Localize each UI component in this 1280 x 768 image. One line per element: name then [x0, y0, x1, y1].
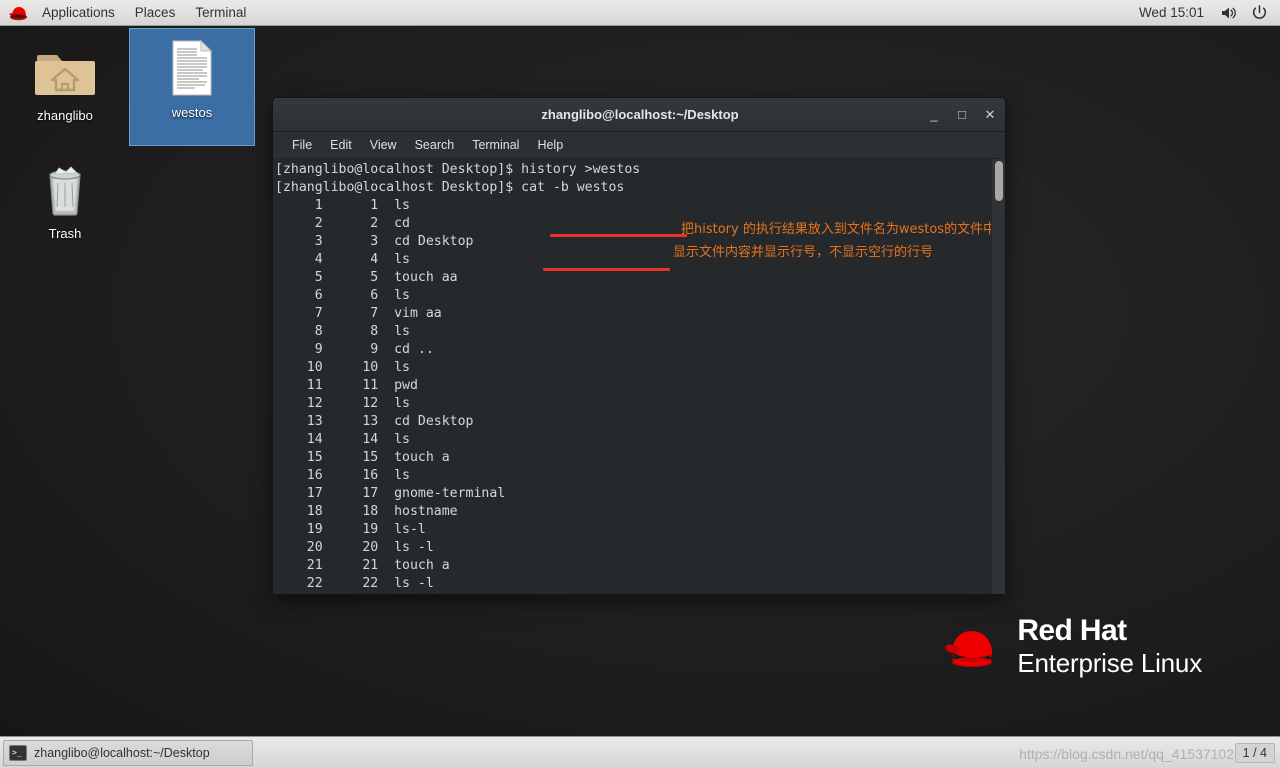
menu-file[interactable]: File [283, 135, 321, 155]
desktop-icon-zhanglibo[interactable]: zhanglibo [2, 32, 128, 130]
close-button[interactable]: ✕ [977, 102, 1003, 128]
terminal-scrollbar-thumb[interactable] [995, 161, 1003, 201]
terminal-output-line: 10 10 ls [275, 360, 410, 375]
terminal-output-line: 22 22 ls -l [275, 576, 434, 591]
panel-menu-applications[interactable]: Applications [33, 1, 124, 25]
terminal-output-line: 7 7 vim aa [275, 306, 442, 321]
terminal-scrollbar[interactable] [991, 159, 1005, 594]
menu-search[interactable]: Search [406, 135, 464, 155]
terminal-output-line: 4 4 ls [275, 252, 410, 267]
terminal-output-area[interactable]: [zhanglibo@localhost Desktop]$ history >… [273, 159, 1005, 594]
redline-annotation-cat [543, 268, 670, 271]
panel-status-area: Wed 15:01 [1129, 2, 1280, 23]
menu-view[interactable]: View [361, 135, 406, 155]
desktop-icon-westos[interactable]: westos [129, 28, 255, 146]
text-document-icon [130, 37, 254, 99]
terminal-output-line: 14 14 ls [275, 432, 410, 447]
desktop-icon-label: Trash [48, 226, 82, 241]
menu-edit[interactable]: Edit [321, 135, 361, 155]
terminal-output-line: 8 8 ls [275, 324, 410, 339]
terminal-command-line: [zhanglibo@localhost Desktop]$ cat -b we… [275, 180, 625, 195]
power-icon[interactable] [1248, 3, 1270, 23]
terminal-titlebar[interactable]: zhanglibo@localhost:~/Desktop _ □ ✕ [273, 98, 1005, 132]
terminal-output-line: 17 17 gnome-terminal [275, 486, 506, 501]
terminal-output-line: 20 20 ls -l [275, 540, 434, 555]
menu-help[interactable]: Help [528, 135, 572, 155]
terminal-command-line: [zhanglibo@localhost Desktop]$ history >… [275, 162, 641, 177]
redline-annotation-history [550, 234, 687, 237]
redhat-fedora-icon [941, 622, 1003, 670]
terminal-output-line: 12 12 ls [275, 396, 410, 411]
terminal-output-line: 13 13 cd Desktop [275, 414, 474, 429]
annotation-note-history: 把history 的执行结果放入到文件名为westos的文件中 [681, 222, 997, 237]
home-folder-icon [2, 40, 128, 102]
terminal-output-line: 16 16 ls [275, 468, 410, 483]
clock[interactable]: Wed 15:01 [1129, 2, 1214, 23]
minimize-button[interactable]: _ [921, 102, 947, 128]
rhel-brand-line2: Enterprise Linux [1017, 648, 1202, 678]
trash-icon [2, 158, 128, 220]
terminal-output-line: 21 21 touch a [275, 558, 450, 573]
watermark-text: https://blog.csdn.net/qq_41537102 [1019, 746, 1234, 762]
terminal-output-line: 19 19 ls-l [275, 522, 426, 537]
desktop-icon-label: westos [171, 105, 213, 120]
panel-menu-terminal[interactable]: Terminal [186, 1, 255, 25]
terminal-output-line: 6 6 ls [275, 288, 410, 303]
terminal-output-line: 9 9 cd .. [275, 342, 434, 357]
taskbar: >_ zhanglibo@localhost:~/Desktop https:/… [0, 736, 1280, 768]
rhel-brand-line1: Red Hat [1017, 614, 1127, 647]
redhat-logo-icon[interactable] [8, 4, 30, 22]
terminal-text: [zhanglibo@localhost Desktop]$ history >… [275, 161, 640, 593]
taskbar-window-label: zhanglibo@localhost:~/Desktop [34, 745, 210, 760]
desktop-icon-label: zhanglibo [37, 108, 93, 123]
terminal-window[interactable]: zhanglibo@localhost:~/Desktop _ □ ✕ File… [272, 97, 1006, 595]
terminal-output-line: 2 2 cd [275, 216, 410, 231]
terminal-icon: >_ [9, 744, 27, 761]
terminal-title: zhanglibo@localhost:~/Desktop [541, 107, 739, 122]
terminal-output-line: 5 5 touch aa [275, 270, 458, 285]
terminal-output-line: 18 18 hostname [275, 504, 458, 519]
terminal-output-line: 11 11 pwd [275, 378, 418, 393]
terminal-output-line: 15 15 touch a [275, 450, 450, 465]
workspace-indicator[interactable]: 1 / 4 [1234, 742, 1275, 763]
rhel-branding: Red Hat Enterprise Linux [941, 616, 1202, 676]
volume-icon[interactable] [1218, 3, 1240, 23]
top-panel: Applications Places Terminal Wed 15:01 [0, 0, 1280, 26]
desktop-icon-trash[interactable]: Trash [2, 150, 128, 248]
annotation-note-cat: 显示文件内容并显示行号，不显示空行的行号 [673, 245, 934, 260]
terminal-menubar: File Edit View Search Terminal Help [273, 132, 1005, 159]
panel-menu-places[interactable]: Places [126, 1, 185, 25]
rhel-wordmark: Red Hat Enterprise Linux [1017, 614, 1202, 678]
maximize-button[interactable]: □ [949, 102, 975, 128]
menu-terminal[interactable]: Terminal [463, 135, 528, 155]
taskbar-window-button[interactable]: >_ zhanglibo@localhost:~/Desktop [3, 739, 253, 766]
terminal-output-line: 1 1 ls [275, 198, 410, 213]
